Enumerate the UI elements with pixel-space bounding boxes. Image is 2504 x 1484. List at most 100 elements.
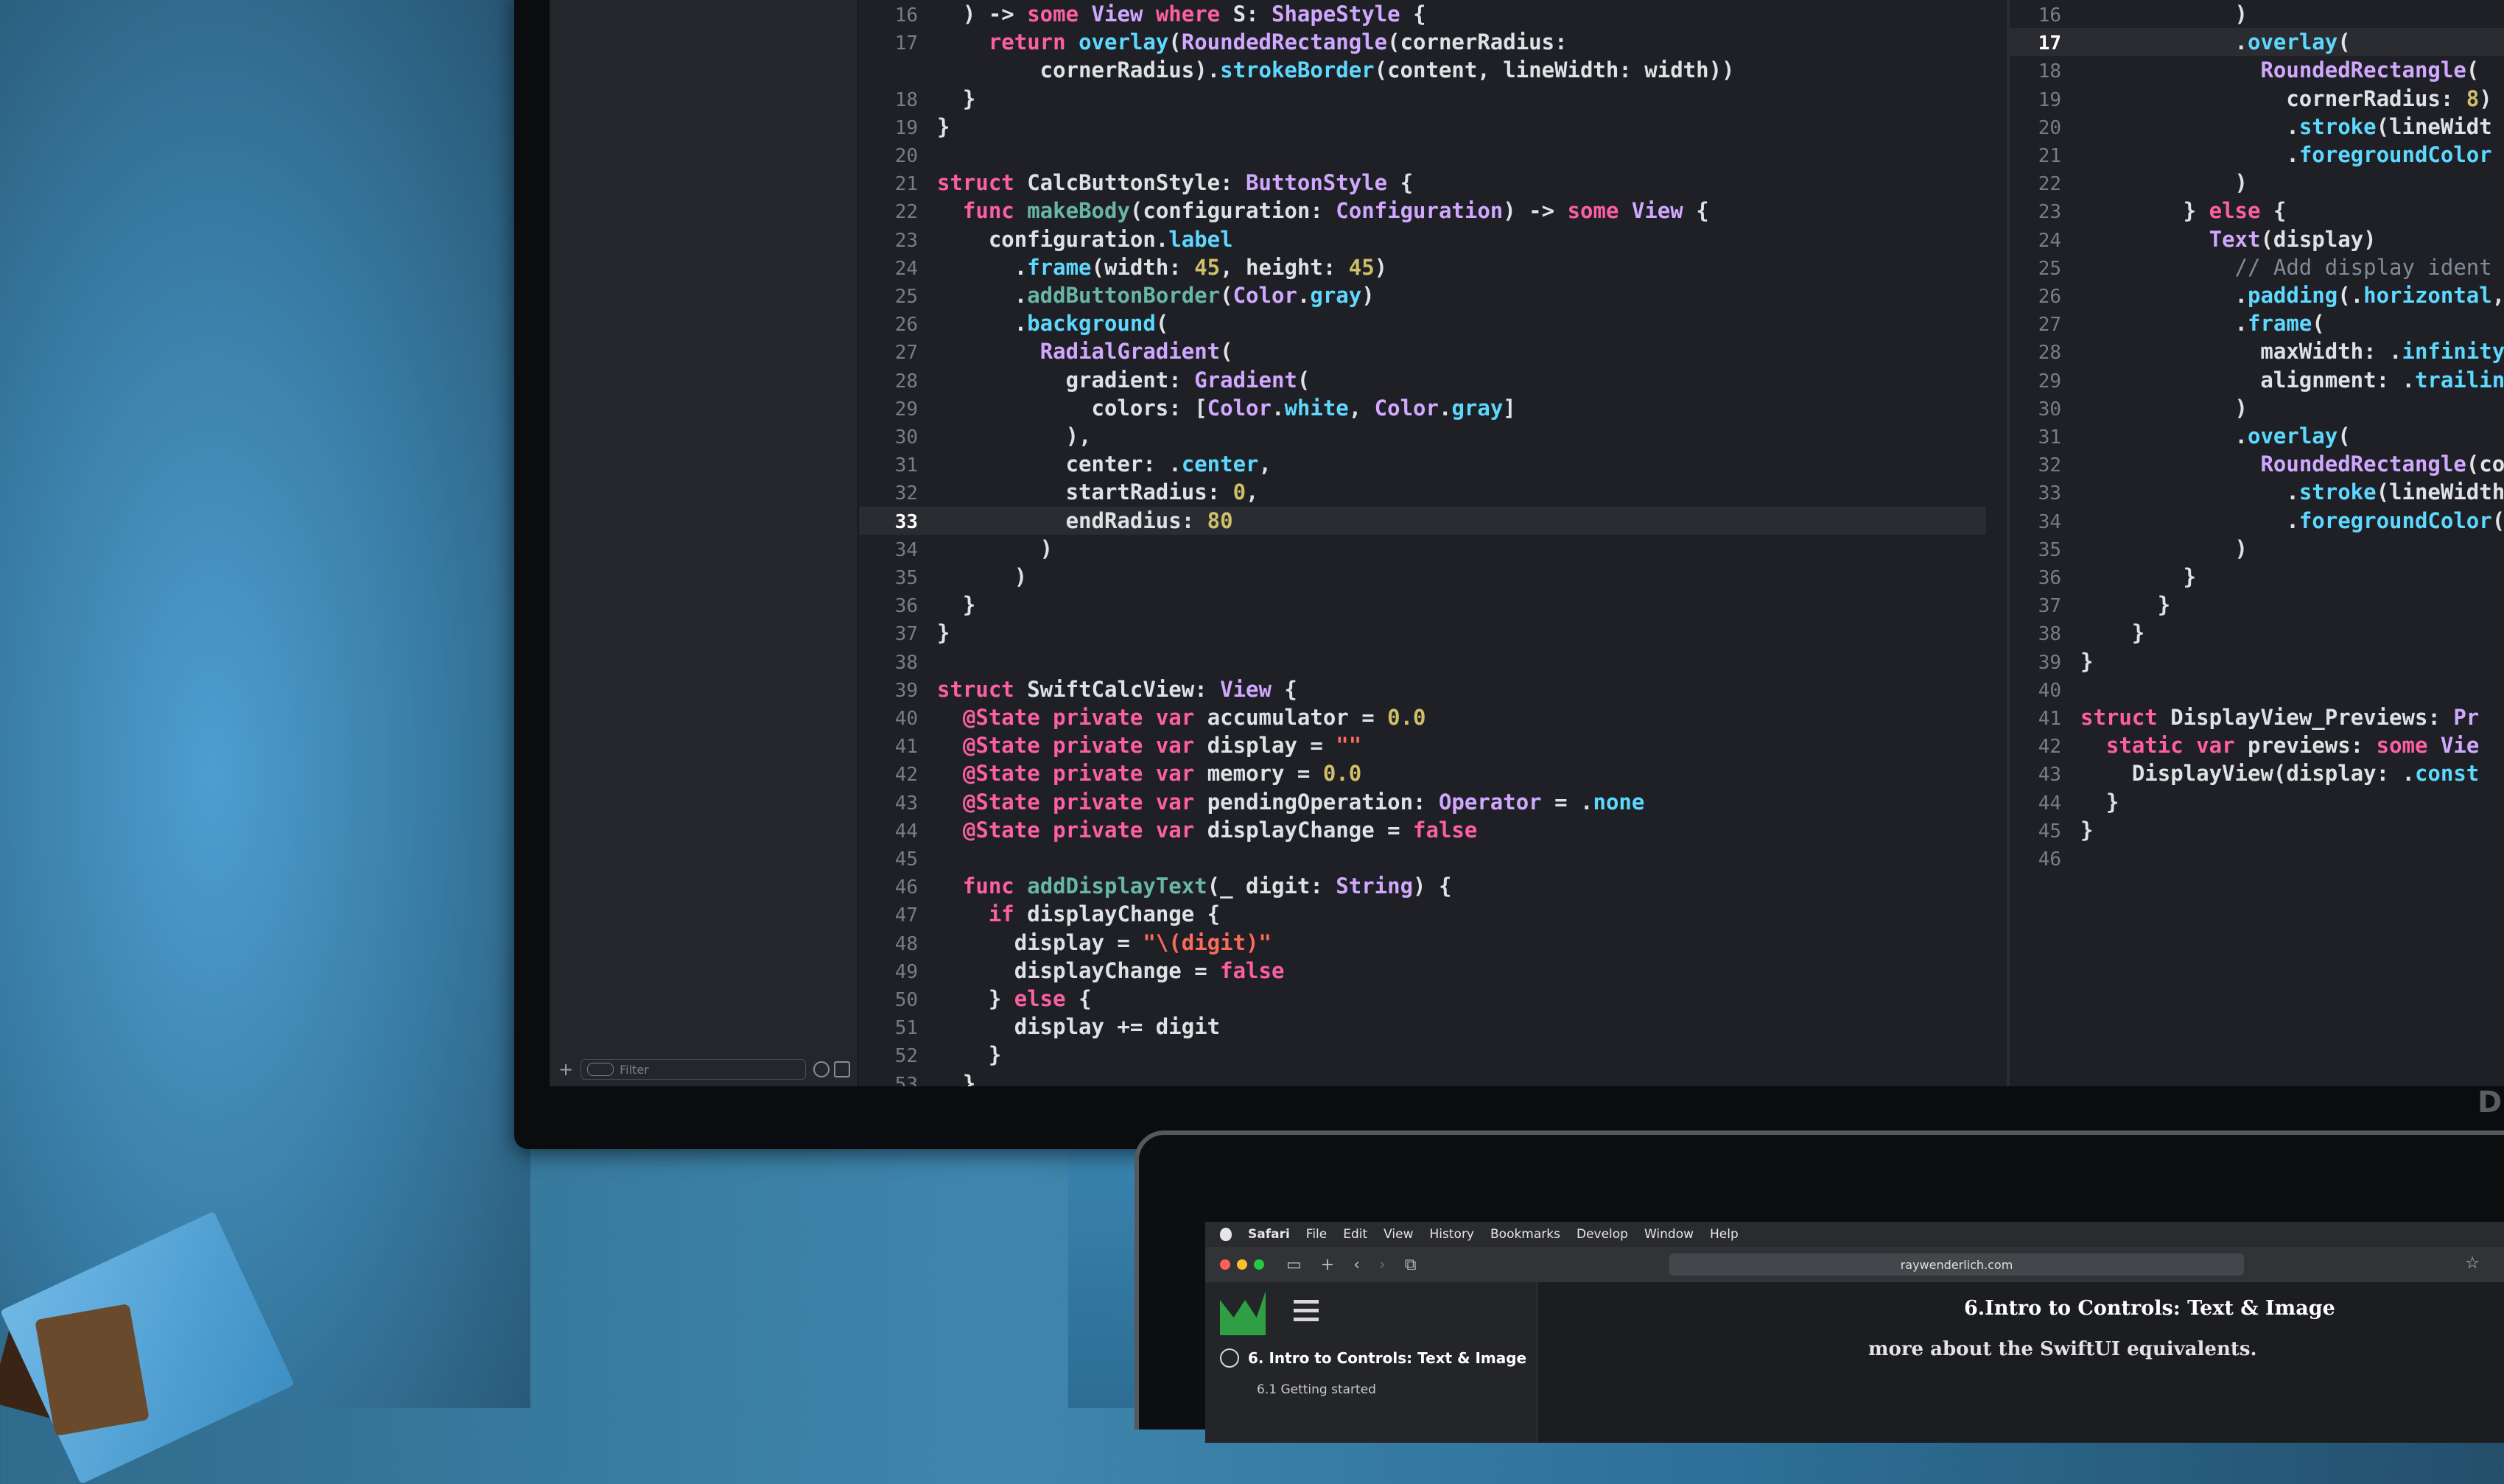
code-line[interactable]: 44 @State private var displayChange = fa…: [859, 816, 1986, 844]
code-line[interactable]: 16 ): [2010, 0, 2504, 28]
apple-icon[interactable]: [1220, 1228, 1232, 1241]
code-line[interactable]: 30 ),: [859, 422, 1986, 450]
code-line[interactable]: 27 RadialGradient(: [859, 337, 1986, 365]
code-line[interactable]: 32 RoundedRectangle(co: [2010, 450, 2504, 478]
code-line[interactable]: 36 }: [859, 591, 1986, 619]
menu-item-help[interactable]: Help: [1710, 1227, 1739, 1242]
menu-item-window[interactable]: Window: [1644, 1227, 1694, 1242]
code-line[interactable]: 23 configuration.label: [859, 225, 1986, 253]
code-line[interactable]: 26 .padding(.horizontal,: [2010, 281, 2504, 309]
code-line[interactable]: cornerRadius).strokeBorder(content, line…: [859, 56, 1986, 84]
code-line[interactable]: 36 }: [2010, 563, 2504, 591]
code-line[interactable]: 24 .frame(width: 45, height: 45): [859, 253, 1986, 281]
minimize-button[interactable]: [1237, 1259, 1247, 1270]
tabs-overview-icon[interactable]: ⧉: [1405, 1256, 1417, 1274]
code-line[interactable]: 22 ): [2010, 169, 2504, 197]
code-line[interactable]: 24 Text(display): [2010, 225, 2504, 253]
code-line[interactable]: 52 }: [859, 1041, 1986, 1069]
menu-item-view[interactable]: View: [1383, 1227, 1413, 1242]
code-line[interactable]: 37 }: [2010, 591, 2504, 619]
code-line[interactable]: 33 .stroke(lineWidth: [2010, 478, 2504, 506]
code-line[interactable]: 45: [859, 844, 1986, 872]
code-line[interactable]: 38: [859, 647, 1986, 675]
forward-icon[interactable]: ›: [1379, 1256, 1386, 1274]
menu-item-develop[interactable]: Develop: [1577, 1227, 1628, 1242]
filter-input[interactable]: Filter: [581, 1059, 806, 1080]
code-line[interactable]: 53 }: [859, 1069, 1986, 1086]
code-line[interactable]: 26 .background(: [859, 309, 1986, 337]
code-line[interactable]: 33 endRadius: 80: [859, 507, 1986, 535]
code-line[interactable]: 35 ): [859, 563, 1986, 591]
code-editor-right[interactable]: 16 )17 .overlay(18 RoundedRectangle(19 c…: [2007, 0, 2504, 1086]
code-line[interactable]: 23 } else {: [2010, 197, 2504, 225]
menu-item-edit[interactable]: Edit: [1343, 1227, 1367, 1242]
code-line[interactable]: 17 return overlay(RoundedRectangle(corne…: [859, 28, 1986, 56]
code-line[interactable]: 29 alignment: .trailin: [2010, 366, 2504, 394]
code-line[interactable]: 32 startRadius: 0,: [859, 478, 1986, 506]
code-line[interactable]: 38 }: [2010, 619, 2504, 647]
code-editor-left[interactable]: 16 ) -> some View where S: ShapeStyle {1…: [859, 0, 1986, 1086]
recent-files-icon[interactable]: [813, 1061, 830, 1077]
address-bar[interactable]: raywenderlich.com: [1669, 1253, 2244, 1276]
code-line[interactable]: 18 }: [859, 85, 1986, 113]
menu-list-icon[interactable]: [1294, 1300, 1319, 1322]
new-tab-icon[interactable]: +: [1321, 1256, 1334, 1274]
site-logo[interactable]: [1220, 1291, 1266, 1335]
menu-item-file[interactable]: File: [1306, 1227, 1327, 1242]
code-line[interactable]: 46: [2010, 844, 2504, 872]
menu-item-safari[interactable]: Safari: [1248, 1227, 1290, 1242]
code-line[interactable]: 43 @State private var pendingOperation: …: [859, 788, 1986, 816]
code-line[interactable]: 17 .overlay(: [2010, 28, 2504, 56]
code-line[interactable]: 25 // Add display ident: [2010, 253, 2504, 281]
code-line[interactable]: 31 center: .center,: [859, 450, 1986, 478]
code-line[interactable]: 21struct CalcButtonStyle: ButtonStyle {: [859, 169, 1986, 197]
code-line[interactable]: 30 ): [2010, 394, 2504, 422]
menu-item-history[interactable]: History: [1430, 1227, 1474, 1242]
code-line[interactable]: 20: [859, 141, 1986, 169]
code-line[interactable]: 42 @State private var memory = 0.0: [859, 759, 1986, 787]
code-line[interactable]: 28 maxWidth: .infinity: [2010, 337, 2504, 365]
chapter-item[interactable]: 6. Intro to Controls: Text & Image: [1220, 1348, 1526, 1368]
code-line[interactable]: 27 .frame(: [2010, 309, 2504, 337]
code-line[interactable]: 43 DisplayView(display: .const: [2010, 759, 2504, 787]
code-line[interactable]: 50 } else {: [859, 985, 1986, 1013]
code-line[interactable]: 41 @State private var display = "": [859, 731, 1986, 759]
code-line[interactable]: 16 ) -> some View where S: ShapeStyle {: [859, 0, 1986, 28]
code-line[interactable]: 44 }: [2010, 788, 2504, 816]
code-line[interactable]: 45}: [2010, 816, 2504, 844]
section-item[interactable]: 6.1 Getting started: [1257, 1382, 1376, 1397]
code-line[interactable]: 25 .addButtonBorder(Color.gray): [859, 281, 1986, 309]
code-line[interactable]: 29 colors: [Color.white, Color.gray]: [859, 394, 1986, 422]
code-line[interactable]: 35 ): [2010, 535, 2504, 563]
close-button[interactable]: [1220, 1259, 1230, 1270]
code-line[interactable]: 19 cornerRadius: 8): [2010, 85, 2504, 113]
code-line[interactable]: 39struct SwiftCalcView: View {: [859, 675, 1986, 703]
bookmark-icon[interactable]: ☆: [2465, 1254, 2480, 1273]
code-line[interactable]: 34 .foregroundColor(: [2010, 507, 2504, 535]
code-line[interactable]: 20 .stroke(lineWidt: [2010, 113, 2504, 141]
code-line[interactable]: 34 ): [859, 535, 1986, 563]
code-line[interactable]: 37}: [859, 619, 1986, 647]
back-icon[interactable]: ‹: [1353, 1256, 1360, 1274]
code-line[interactable]: 22 func makeBody(configuration: Configur…: [859, 197, 1986, 225]
code-line[interactable]: 39}: [2010, 647, 2504, 675]
add-icon[interactable]: +: [558, 1059, 573, 1080]
sidebar-toggle-icon[interactable]: ▭: [1286, 1256, 1302, 1274]
code-line[interactable]: 18 RoundedRectangle(: [2010, 56, 2504, 84]
menu-item-bookmarks[interactable]: Bookmarks: [1490, 1227, 1560, 1242]
code-line[interactable]: 51 display += digit: [859, 1013, 1986, 1041]
code-line[interactable]: 28 gradient: Gradient(: [859, 366, 1986, 394]
code-line[interactable]: 47 if displayChange {: [859, 900, 1986, 928]
code-line[interactable]: 42 static var previews: some Vie: [2010, 731, 2504, 759]
code-line[interactable]: 31 .overlay(: [2010, 422, 2504, 450]
filter-scope-icon[interactable]: [587, 1063, 614, 1076]
code-line[interactable]: 40: [2010, 675, 2504, 703]
zoom-button[interactable]: [1254, 1259, 1264, 1270]
code-line[interactable]: 19}: [859, 113, 1986, 141]
code-line[interactable]: 41struct DisplayView_Previews: Pr: [2010, 703, 2504, 731]
code-line[interactable]: 21 .foregroundColor: [2010, 141, 2504, 169]
code-line[interactable]: 46 func addDisplayText(_ digit: String) …: [859, 872, 1986, 900]
code-line[interactable]: 40 @State private var accumulator = 0.0: [859, 703, 1986, 731]
source-control-icon[interactable]: [834, 1061, 850, 1077]
code-line[interactable]: 48 display = "\(digit)": [859, 929, 1986, 957]
